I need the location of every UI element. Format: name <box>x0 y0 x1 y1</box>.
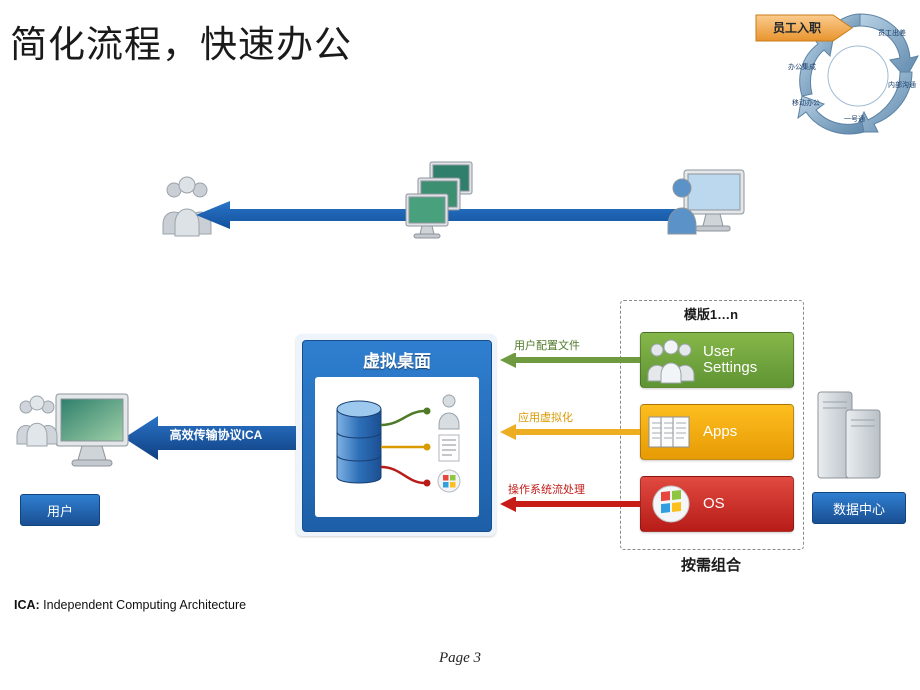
user-people-icon <box>14 392 60 448</box>
virtual-desktop-inner: 虚拟桌面 <box>302 340 492 532</box>
footnote: ICA: Independent Computing Architecture <box>14 598 246 612</box>
employee-onboarding-banner: 员工入职 <box>755 12 853 42</box>
page-title: 简化流程，快速办公 <box>10 24 352 65</box>
module-user-settings-label: User Settings <box>703 343 758 376</box>
user-label-box: 用户 <box>20 494 100 526</box>
module-os-label: OS <box>703 495 725 513</box>
module-user-settings[interactable]: User Settings <box>640 332 794 388</box>
virtual-desktop-content <box>315 377 479 517</box>
cycle-label-4: 办公集成 <box>788 64 816 71</box>
cycle-label-3: 移动办公 <box>792 100 820 107</box>
datacenter-label-box: 数据中心 <box>812 492 906 524</box>
monitor-stack-icon <box>400 160 490 246</box>
connector-os-streaming-label: 操作系统流处理 <box>506 481 587 497</box>
windows-icon <box>652 485 690 523</box>
module-apps[interactable]: Apps <box>640 404 794 460</box>
virtual-desktop-title: 虚拟桌面 <box>363 352 431 371</box>
banner-label: 员工入职 <box>772 20 821 35</box>
people-icon <box>647 339 695 384</box>
connector-app-virtualization-label: 应用虚拟化 <box>516 409 575 425</box>
apps-icon <box>648 416 690 448</box>
virtual-desktop-panel: 虚拟桌面 <box>296 334 496 536</box>
datacenter-server-icon <box>812 388 888 484</box>
module-apps-label: Apps <box>703 423 738 441</box>
connector-user-profile-label: 用户配置文件 <box>512 337 582 353</box>
page-number: Page 3 <box>438 650 482 666</box>
module-os[interactable]: OS <box>640 476 794 532</box>
footnote-text: Independent Computing Architecture <box>39 598 247 612</box>
cycle-label-1: 内部沟通 <box>888 82 916 89</box>
combine-label: 按需组合 <box>680 557 741 574</box>
ica-arrow-label: 高效传输协议ICA <box>169 428 263 442</box>
cycle-label-0: 员工出差 <box>878 30 906 37</box>
user-monitor-icon-top <box>666 168 746 240</box>
cycle-label-2: 一号通 <box>844 116 865 123</box>
footnote-term: ICA: <box>14 598 40 612</box>
template-group-title: 模版1…n <box>683 307 739 322</box>
